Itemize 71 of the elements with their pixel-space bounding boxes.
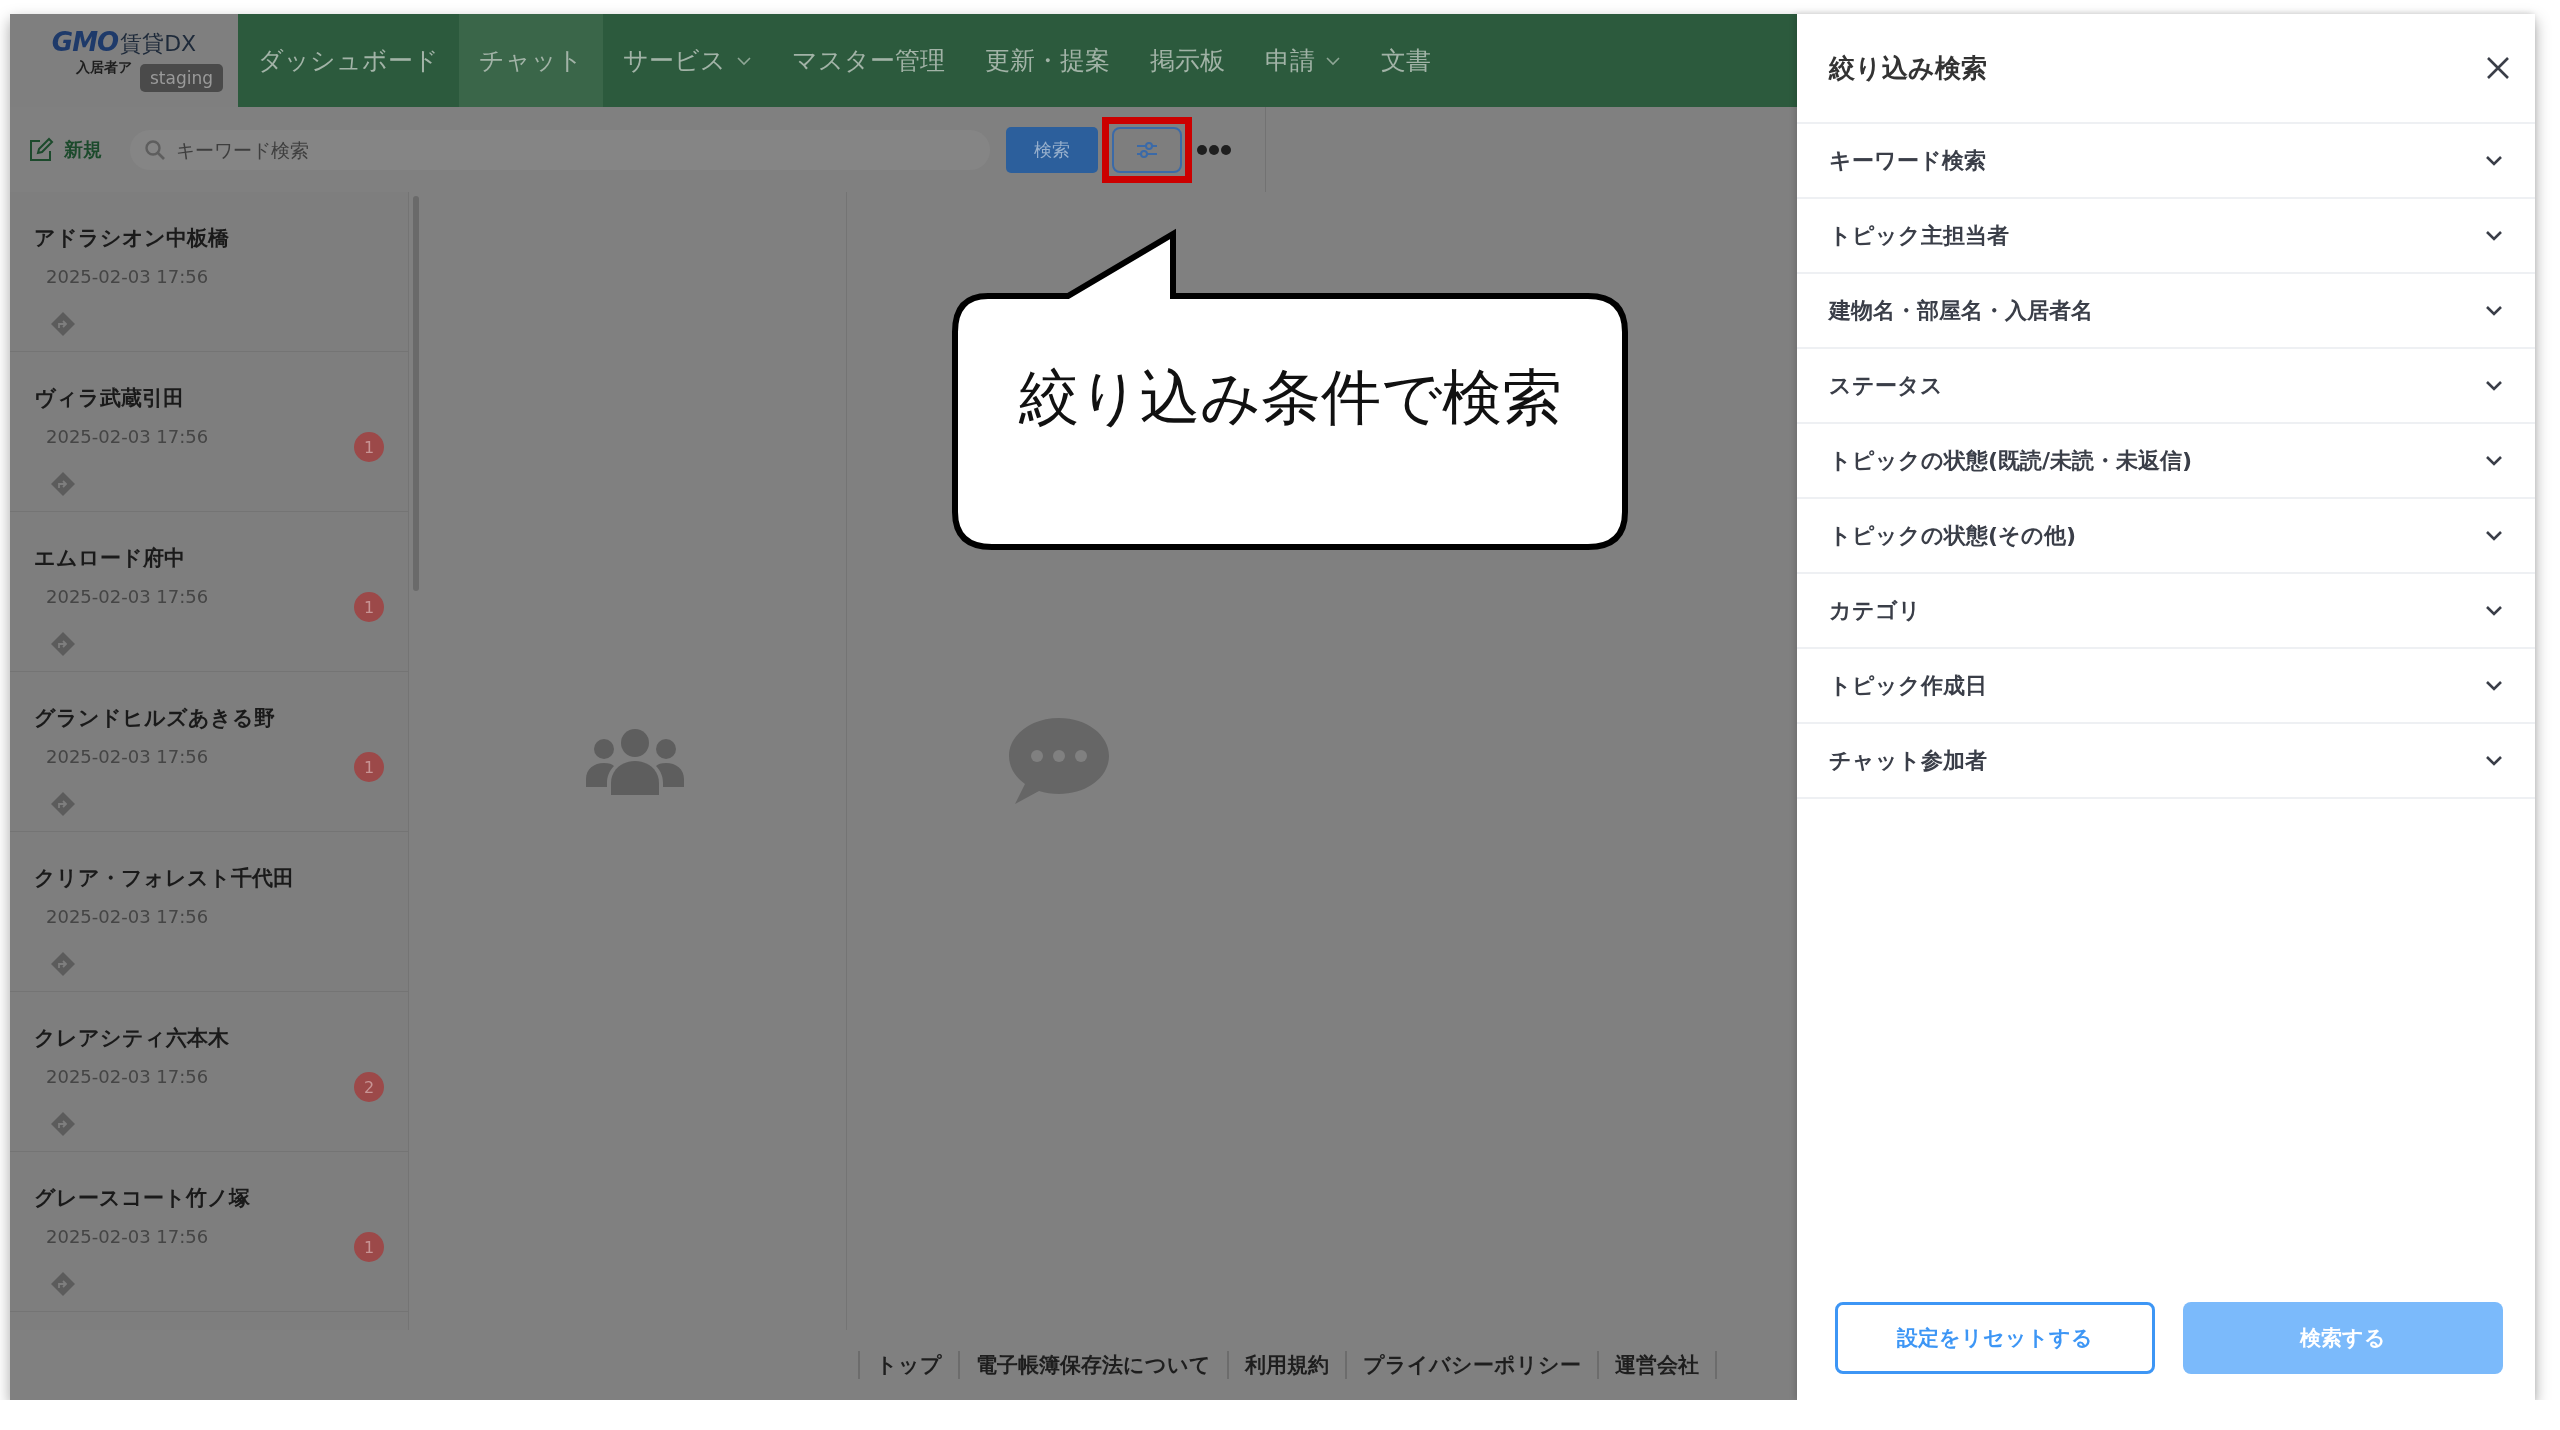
chevron-down-icon — [1325, 55, 1341, 66]
topic-name: アドラシオン中板橋 — [34, 225, 230, 252]
filter-section[interactable]: トピック作成日 — [1797, 649, 2535, 724]
more-icon[interactable] — [1196, 143, 1232, 156]
logo-brand: GMO — [51, 26, 119, 57]
share-diamond-icon — [50, 1271, 76, 1297]
environment-badge: staging — [140, 64, 224, 92]
topic-item[interactable]: クリア・フォレスト千代田 2025-02-03 17:56 — [10, 832, 408, 992]
topic-item[interactable]: クレアシティ六本木 2025-02-03 17:56 2 — [10, 992, 408, 1152]
topic-name: グレースコート竹ノ塚 — [34, 1185, 251, 1212]
topic-name: エムロード府中 — [34, 545, 186, 572]
topic-item[interactable]: グレースコート竹ノ塚 2025-02-03 17:56 1 — [10, 1152, 408, 1312]
topic-time: 2025-02-03 17:56 — [45, 746, 210, 769]
topic-time: 2025-02-03 17:56 — [45, 1066, 210, 1089]
callout-text: 絞り込み条件で検索 — [1017, 361, 1563, 434]
unread-badge: 1 — [354, 592, 384, 622]
drawer-title: 絞り込み検索 — [1829, 51, 1987, 85]
share-diamond-icon — [50, 471, 76, 497]
chevron-down-icon — [736, 55, 752, 66]
filter-section[interactable]: トピックの状態(その他) — [1797, 499, 2535, 574]
unread-badge: 1 — [354, 752, 384, 782]
logo-subtitle: 入居者ア — [76, 58, 132, 77]
nav-tab[interactable]: 文書 — [1361, 14, 1451, 107]
topic-item[interactable]: グランドヒルズあきる野 2025-02-03 17:56 1 — [10, 672, 408, 832]
topic-time: 2025-02-03 17:56 — [45, 586, 210, 609]
filter-section[interactable]: 建物名・部屋名・入居者名 — [1797, 274, 2535, 349]
compose-icon — [28, 136, 54, 163]
topic-time: 2025-02-03 17:56 — [45, 906, 210, 929]
nav-tab[interactable]: サービス — [603, 14, 772, 107]
topic-time: 2025-02-03 17:56 — [45, 1226, 210, 1249]
filter-section[interactable]: ステータス — [1797, 349, 2535, 424]
filter-section[interactable]: トピックの状態(既読/未読・未返信) — [1797, 424, 2535, 499]
footer-link[interactable]: トップ — [858, 1351, 958, 1379]
filter-section[interactable]: チャット参加者 — [1797, 724, 2535, 799]
topic-name: ヴィラ武蔵引田 — [34, 385, 185, 412]
topic-time: 2025-02-03 17:56 — [45, 426, 210, 449]
share-diamond-icon — [50, 631, 76, 657]
topic-item[interactable]: エムロード府中 2025-02-03 17:56 1 — [10, 512, 408, 672]
close-icon — [2485, 55, 2511, 81]
topic-time: 2025-02-03 17:56 — [45, 266, 210, 289]
topic-name: グランドヒルズあきる野 — [34, 705, 276, 732]
search-button[interactable]: 検索 — [1006, 126, 1098, 173]
topic-item[interactable]: アドラシオン中板橋 2025-02-03 17:56 — [10, 192, 408, 352]
share-diamond-icon — [50, 1111, 76, 1137]
nav-tab[interactable]: 申請 — [1245, 14, 1361, 107]
nav-tab[interactable]: マスター管理 — [772, 14, 965, 107]
footer-link[interactable]: プライバシーポリシー — [1345, 1351, 1597, 1379]
topic-name: クレアシティ六本木 — [34, 1025, 230, 1052]
nav-tab[interactable]: ダッシュボード — [238, 14, 459, 107]
share-diamond-icon — [50, 951, 76, 977]
footer-link[interactable]: 電子帳簿保存法について — [958, 1351, 1227, 1379]
filter-section[interactable]: トピック主担当者 — [1797, 199, 2535, 274]
nav-tab[interactable]: 掲示板 — [1130, 14, 1245, 107]
share-diamond-icon — [50, 791, 76, 817]
logo-product: 賃貸DX — [120, 29, 197, 58]
search-field[interactable]: キーワード検索 — [130, 129, 990, 170]
topic-item[interactable]: ヴィラ武蔵引田 2025-02-03 17:56 1 — [10, 352, 408, 512]
topic-name: クリア・フォレスト千代田 — [34, 865, 295, 892]
unread-badge: 1 — [354, 432, 384, 462]
footer-link[interactable]: 利用規約 — [1227, 1351, 1345, 1379]
unread-badge: 1 — [354, 1232, 384, 1262]
nav-tab[interactable]: チャット — [459, 14, 603, 107]
reset-button[interactable]: 設定をリセットする — [1835, 1302, 2155, 1374]
footer-link[interactable]: 運営会社 — [1597, 1351, 1717, 1379]
unread-badge: 2 — [354, 1072, 384, 1102]
chat-bubble-icon — [1007, 716, 1111, 806]
nav-tab[interactable]: 更新・提案 — [965, 14, 1130, 107]
filter-section[interactable]: キーワード検索 — [1797, 124, 2535, 199]
filter-section[interactable]: カテゴリ — [1797, 574, 2535, 649]
share-diamond-icon — [50, 311, 76, 337]
new-button[interactable]: 新規 — [24, 132, 106, 167]
